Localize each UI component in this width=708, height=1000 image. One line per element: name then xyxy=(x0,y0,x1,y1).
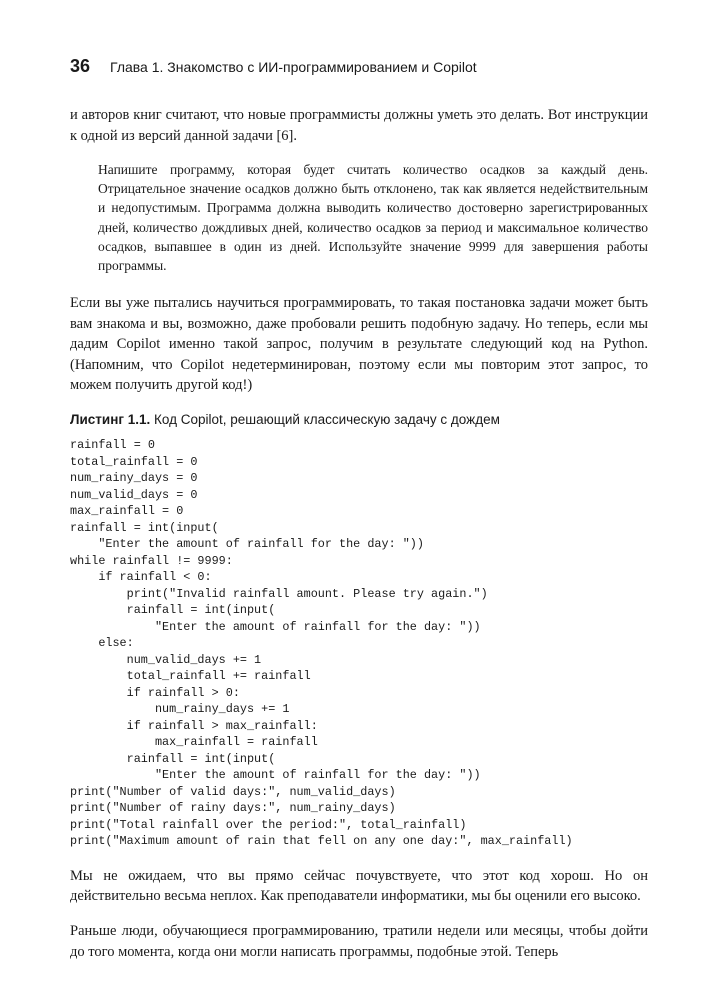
code-listing: rainfall = 0 total_rainfall = 0 num_rain… xyxy=(70,437,648,850)
listing-label: Листинг 1.1. xyxy=(70,412,150,427)
paragraph-closing: Раньше люди, обучающиеся программировани… xyxy=(70,921,648,962)
page-number: 36 xyxy=(70,56,90,77)
page: 36 Глава 1. Знакомство с ИИ-программиров… xyxy=(0,0,708,1000)
problem-quote: Напишите программу, которая будет считат… xyxy=(98,160,648,275)
paragraph-explanation: Если вы уже пытались научиться программи… xyxy=(70,293,648,396)
paragraph-assessment: Мы не ожидаем, что вы прямо сейчас почув… xyxy=(70,866,648,907)
paragraph-intro: и авторов книг считают, что новые програ… xyxy=(70,105,648,146)
page-header: 36 Глава 1. Знакомство с ИИ-программиров… xyxy=(70,56,648,77)
listing-caption: Листинг 1.1. Код Copilot, решающий класс… xyxy=(70,412,648,427)
chapter-title: Глава 1. Знакомство с ИИ-программировани… xyxy=(110,59,477,75)
listing-title: Код Copilot, решающий классическую задач… xyxy=(150,412,500,427)
